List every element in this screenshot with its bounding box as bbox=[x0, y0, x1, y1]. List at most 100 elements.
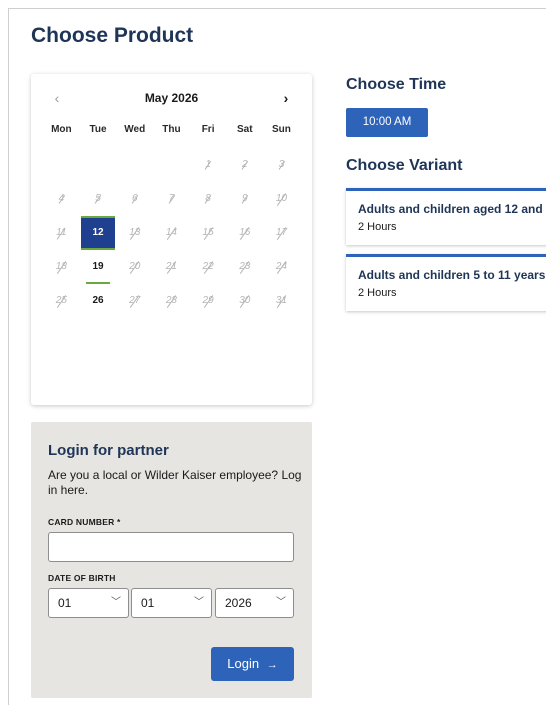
calendar-day-available[interactable]: 26 bbox=[80, 282, 117, 318]
calendar-day-number: 9 bbox=[242, 182, 248, 216]
date-of-birth-label: DATE OF BIRTH bbox=[48, 573, 116, 583]
calendar-day-disabled: 2 bbox=[226, 148, 263, 182]
dob-year-select[interactable]: 2026 ﹀ bbox=[215, 588, 294, 618]
dob-day-value: 01 bbox=[58, 596, 72, 610]
calendar-day-number: 10 bbox=[276, 182, 287, 216]
calendar-day-number: 4 bbox=[59, 182, 65, 216]
calendar-day-number: 19 bbox=[92, 261, 104, 272]
calendar-empty-cell bbox=[43, 148, 80, 182]
calendar-day-disabled: 23 bbox=[226, 250, 263, 284]
calendar-day-number: 29 bbox=[203, 284, 214, 318]
calendar-day-disabled: 15 bbox=[190, 216, 227, 250]
calendar-day-disabled: 14 bbox=[153, 216, 190, 250]
calendar-day-number: 3 bbox=[279, 148, 285, 182]
calendar-day-number: 31 bbox=[276, 284, 287, 318]
calendar-day-number: 12 bbox=[92, 227, 104, 238]
calendar-week-row: 4 5 6 7 8 9 10 bbox=[43, 182, 300, 216]
login-button-label: Login bbox=[227, 656, 260, 671]
weekday-label: Wed bbox=[124, 124, 146, 135]
calendar-day-disabled: 7 bbox=[153, 182, 190, 216]
calendar-day-disabled: 3 bbox=[263, 148, 300, 182]
calendar-empty-cell bbox=[153, 148, 190, 182]
calendar-day-disabled: 4 bbox=[43, 182, 80, 216]
chevron-down-icon: ﹀ bbox=[194, 597, 204, 608]
variant-card[interactable]: Adults and children 5 to 11 years 2 Hour… bbox=[346, 254, 546, 311]
next-month-icon[interactable]: › bbox=[277, 90, 295, 106]
calendar-day-number: 22 bbox=[203, 250, 214, 284]
variant-title: Adults and children aged 12 and over bbox=[358, 202, 546, 216]
partner-login-panel: Login for partner Are you a local or Wil… bbox=[31, 422, 312, 698]
dob-day-select[interactable]: 01 ﹀ bbox=[48, 588, 129, 618]
calendar-day-disabled: 27 bbox=[116, 284, 153, 318]
dob-month-select[interactable]: 01 ﹀ bbox=[131, 588, 212, 618]
calendar-day-number: 27 bbox=[129, 284, 140, 318]
calendar-day-disabled: 13 bbox=[116, 216, 153, 250]
calendar-day-number: 16 bbox=[239, 216, 250, 250]
calendar-day-disabled: 20 bbox=[116, 250, 153, 284]
arrow-right-icon: → bbox=[266, 659, 278, 671]
calendar-header: ‹ May 2026 › bbox=[31, 90, 312, 110]
choose-variant-heading: Choose Variant bbox=[346, 157, 463, 174]
calendar-day-number: 17 bbox=[276, 216, 287, 250]
card-number-label: CARD NUMBER * bbox=[48, 517, 121, 527]
calendar-day-number: 15 bbox=[203, 216, 214, 250]
calendar-day-disabled: 1 bbox=[190, 148, 227, 182]
calendar-day-number: 8 bbox=[205, 182, 211, 216]
card-number-input[interactable] bbox=[48, 532, 294, 562]
calendar-day-number: 6 bbox=[132, 182, 138, 216]
calendar-day-number: 30 bbox=[239, 284, 250, 318]
calendar-empty-cell bbox=[80, 148, 117, 182]
dob-year-value: 2026 bbox=[225, 596, 252, 610]
calendar-day-number: 20 bbox=[129, 250, 140, 284]
calendar-day-disabled: 22 bbox=[190, 250, 227, 284]
calendar-day-number: 13 bbox=[129, 216, 140, 250]
calendar-day-number: 14 bbox=[166, 216, 177, 250]
weekday-label: Mon bbox=[51, 124, 72, 135]
calendar-week-row: 18 19 20 21 22 23 24 bbox=[43, 248, 300, 284]
calendar-day-disabled: 18 bbox=[43, 250, 80, 284]
chevron-down-icon: ﹀ bbox=[111, 597, 121, 608]
calendar-day-number: 24 bbox=[276, 250, 287, 284]
weekday-label: Tue bbox=[89, 124, 107, 135]
calendar-day-disabled: 17 bbox=[263, 216, 300, 250]
login-description: Are you a local or Wilder Kaiser employe… bbox=[48, 468, 302, 497]
calendar-grid: Mon Tue Wed Thu Fri Sat Sun 1 2 3 4 5 6 7 8 9 10 11 12 13 14… bbox=[43, 124, 300, 318]
login-button[interactable]: Login → bbox=[211, 647, 294, 681]
calendar-day-number: 7 bbox=[169, 182, 175, 216]
variant-card[interactable]: Adults and children aged 12 and over 2 H… bbox=[346, 188, 546, 245]
calendar-week-row: 25 26 27 28 29 30 31 bbox=[43, 282, 300, 318]
variant-title: Adults and children 5 to 11 years bbox=[358, 268, 546, 282]
calendar-day-disabled: 28 bbox=[153, 284, 190, 318]
calendar-day-number: 11 bbox=[56, 216, 66, 250]
weekday-label: Fri bbox=[201, 124, 215, 135]
weekday-label: Sat bbox=[237, 124, 253, 135]
variant-duration: 2 Hours bbox=[358, 221, 397, 233]
calendar-day-available[interactable]: 19 bbox=[80, 248, 117, 284]
frame-left-border bbox=[8, 8, 9, 705]
calendar-day-number: 28 bbox=[166, 284, 177, 318]
calendar-day-disabled: 31 bbox=[263, 284, 300, 318]
dob-month-value: 01 bbox=[141, 596, 155, 610]
calendar-day-number: 1 bbox=[205, 148, 211, 182]
calendar-day-number: 25 bbox=[56, 284, 67, 318]
calendar-day-disabled: 5 bbox=[80, 182, 117, 216]
calendar-day-selected[interactable]: 12 bbox=[80, 216, 117, 250]
calendar-day-number: 5 bbox=[95, 182, 101, 216]
frame-top-border bbox=[8, 8, 546, 9]
date-picker-calendar: ‹ May 2026 › Mon Tue Wed Thu Fri Sat Sun 1 2 3 4 5 6… bbox=[31, 74, 312, 405]
calendar-week-row: 11 12 13 14 15 16 17 bbox=[43, 216, 300, 250]
choose-time-heading: Choose Time bbox=[346, 76, 447, 93]
variant-duration: 2 Hours bbox=[358, 287, 397, 299]
calendar-day-number: 18 bbox=[56, 250, 67, 284]
weekday-header-row: Mon Tue Wed Thu Fri Sat Sun bbox=[43, 124, 300, 148]
calendar-day-number: 23 bbox=[239, 250, 250, 284]
calendar-day-disabled: 21 bbox=[153, 250, 190, 284]
calendar-day-disabled: 24 bbox=[263, 250, 300, 284]
calendar-day-disabled: 6 bbox=[116, 182, 153, 216]
time-slot-button[interactable]: 10:00 AM bbox=[346, 108, 428, 137]
calendar-day-disabled: 16 bbox=[226, 216, 263, 250]
calendar-day-number: 26 bbox=[92, 295, 104, 306]
calendar-day-disabled: 11 bbox=[43, 216, 80, 250]
chevron-down-icon: ﹀ bbox=[276, 597, 286, 608]
calendar-day-disabled: 30 bbox=[226, 284, 263, 318]
